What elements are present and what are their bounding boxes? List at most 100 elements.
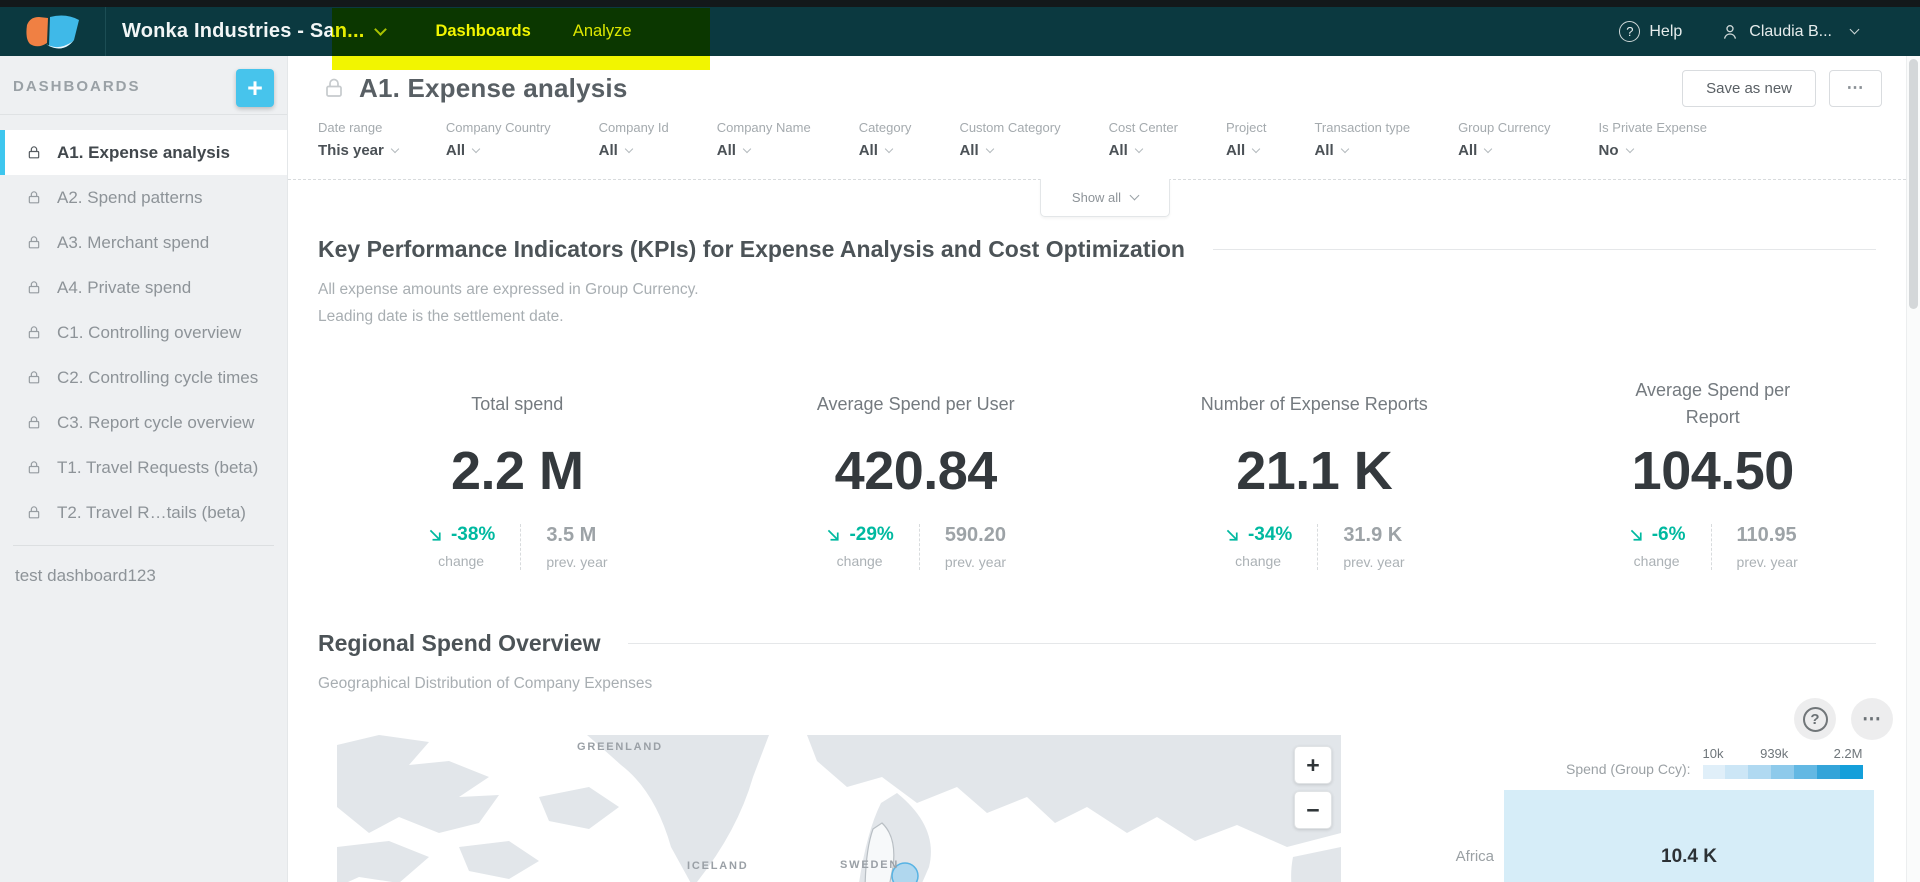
sidebar-item[interactable]: A4. Private spend bbox=[0, 265, 287, 310]
save-as-new-button[interactable]: Save as new bbox=[1682, 70, 1816, 107]
legend-tick: 939k bbox=[1760, 746, 1788, 761]
sidebar-item[interactable]: A2. Spend patterns bbox=[0, 175, 287, 220]
user-name: Claudia B... bbox=[1749, 23, 1832, 41]
spend-legend: Spend (Group Ccy): 10k 939k 2.2M bbox=[1566, 746, 1863, 779]
sidebar-item[interactable]: C2. Controlling cycle times bbox=[0, 355, 287, 400]
filter-value: All bbox=[717, 142, 736, 159]
scrollbar-thumb[interactable] bbox=[1909, 59, 1918, 309]
filter-transaction-type[interactable]: Transaction type All bbox=[1314, 120, 1410, 179]
filter-value: All bbox=[1314, 142, 1333, 159]
kpi-card-title: Average Spend per User bbox=[786, 374, 1046, 434]
filter-label: Project bbox=[1226, 120, 1266, 135]
page-title: A1. Expense analysis bbox=[359, 73, 627, 104]
filter-value: All bbox=[859, 142, 878, 159]
legend-swatch bbox=[1725, 765, 1748, 779]
filter-company-id[interactable]: Company Id All bbox=[599, 120, 669, 179]
filter-project[interactable]: Project All bbox=[1226, 120, 1266, 179]
lock-icon bbox=[26, 144, 42, 161]
sidebar-item[interactable]: A3. Merchant spend bbox=[0, 220, 287, 265]
kpi-value: 104.50 bbox=[1514, 440, 1913, 502]
filter-is-private-expense[interactable]: Is Private Expense No bbox=[1599, 120, 1707, 179]
sidebar-item[interactable]: T1. Travel Requests (beta) bbox=[0, 445, 287, 490]
filter-bar: Date range This year Company Country All… bbox=[288, 110, 1906, 180]
help-button[interactable]: ? Help bbox=[1619, 21, 1682, 42]
filter-value: All bbox=[446, 142, 465, 159]
filter-date-range[interactable]: Date range This year bbox=[318, 120, 398, 179]
filter-label: Cost Center bbox=[1109, 120, 1178, 135]
change-label: change bbox=[1224, 553, 1292, 569]
add-dashboard-button[interactable]: + bbox=[236, 69, 274, 107]
company-selector[interactable]: Wonka Industries - San... bbox=[106, 7, 399, 56]
chart-more-button[interactable]: ⋯ bbox=[1851, 698, 1893, 740]
scrollbar bbox=[1906, 56, 1920, 882]
africa-spend-bar[interactable]: 10.4 K bbox=[1504, 790, 1874, 882]
zoom-in-button[interactable]: + bbox=[1294, 746, 1332, 784]
more-options-button[interactable]: ⋯ bbox=[1829, 70, 1882, 107]
lock-icon bbox=[26, 504, 42, 521]
lock-icon bbox=[26, 189, 42, 206]
filter-value: All bbox=[1458, 142, 1477, 159]
user-menu[interactable]: Claudia B... bbox=[1720, 22, 1858, 42]
sidebar-item-label: A1. Expense analysis bbox=[57, 143, 230, 163]
kpi-card-total-spend: Total spend 2.2 M -38% change 3.5 M prev… bbox=[318, 374, 717, 570]
kpi-value: 2.2 M bbox=[318, 440, 717, 502]
help-label: Help bbox=[1649, 23, 1682, 41]
change-value: -6% bbox=[1652, 524, 1686, 546]
filter-label: Group Currency bbox=[1458, 120, 1550, 135]
chevron-down-icon bbox=[1340, 144, 1348, 152]
kpi-card-title: Total spend bbox=[387, 374, 647, 434]
app-logo[interactable] bbox=[0, 7, 106, 56]
sidebar-item[interactable]: test dashboard123 bbox=[0, 552, 287, 600]
lock-icon bbox=[26, 324, 42, 341]
sidebar-item-label: T1. Travel Requests (beta) bbox=[57, 458, 258, 478]
lock-icon bbox=[26, 234, 42, 251]
chevron-down-icon bbox=[1135, 144, 1143, 152]
filter-company-name[interactable]: Company Name All bbox=[717, 120, 811, 179]
sidebar-item[interactable]: T2. Travel R…tails (beta) bbox=[0, 490, 287, 535]
filter-label: Is Private Expense bbox=[1599, 120, 1707, 135]
sidebar-item-label: C1. Controlling overview bbox=[57, 323, 241, 343]
sidebar-item-label: A3. Merchant spend bbox=[57, 233, 209, 253]
prev-year-label: prev. year bbox=[1737, 554, 1798, 570]
tab-dashboards[interactable]: Dashboards bbox=[435, 22, 530, 41]
chevron-down-icon bbox=[625, 144, 633, 152]
chevron-down-icon bbox=[472, 144, 480, 152]
regional-subtitle: Geographical Distribution of Company Exp… bbox=[318, 670, 1876, 697]
zoom-out-button[interactable]: − bbox=[1294, 791, 1332, 829]
lock-icon bbox=[26, 459, 42, 476]
arrow-down-right-icon bbox=[1224, 527, 1241, 544]
legend-tick: 10k bbox=[1703, 746, 1724, 761]
filter-company-country[interactable]: Company Country All bbox=[446, 120, 551, 179]
arrow-down-right-icon bbox=[427, 527, 444, 544]
kpi-card-title: Average Spend per Report bbox=[1623, 374, 1803, 434]
header-actions: Save as new ⋯ bbox=[1682, 70, 1882, 107]
sidebar-item[interactable]: C3. Report cycle overview bbox=[0, 400, 287, 445]
legend-swatch bbox=[1817, 765, 1840, 779]
prev-year-value: 110.95 bbox=[1737, 524, 1798, 547]
world-map[interactable]: GREENLAND ICELAND SWEDEN bbox=[337, 735, 1341, 882]
filter-cost-center[interactable]: Cost Center All bbox=[1109, 120, 1178, 179]
chevron-down-icon bbox=[1484, 144, 1492, 152]
show-all-filters-button[interactable]: Show all bbox=[1040, 179, 1170, 217]
section-rule bbox=[628, 643, 1876, 644]
filter-label: Company Id bbox=[599, 120, 669, 135]
kpi-subtitle-line1: All expense amounts are expressed in Gro… bbox=[318, 276, 1876, 303]
section-rule bbox=[1213, 249, 1876, 250]
page-header: A1. Expense analysis Save as new ⋯ bbox=[288, 56, 1906, 110]
kpi-card-title: Number of Expense Reports bbox=[1184, 374, 1444, 434]
navbar-right: ? Help Claudia B... bbox=[1619, 21, 1920, 42]
lock-icon bbox=[26, 369, 42, 386]
filter-custom-category[interactable]: Custom Category All bbox=[959, 120, 1060, 179]
lock-icon bbox=[322, 75, 346, 101]
filter-value: All bbox=[1109, 142, 1128, 159]
sidebar-item[interactable]: A1. Expense analysis bbox=[0, 130, 287, 175]
sidebar-item[interactable]: C1. Controlling overview bbox=[0, 310, 287, 355]
map-label-iceland: ICELAND bbox=[687, 860, 749, 872]
filter-group-currency[interactable]: Group Currency All bbox=[1458, 120, 1550, 179]
prev-year-value: 590.20 bbox=[945, 524, 1006, 547]
map-zoom-controls: + − bbox=[1294, 746, 1332, 829]
tab-analyze[interactable]: Analyze bbox=[573, 22, 632, 41]
chart-help-button[interactable]: ? bbox=[1794, 698, 1836, 740]
filter-category[interactable]: Category All bbox=[859, 120, 912, 179]
arrow-down-right-icon bbox=[825, 527, 842, 544]
